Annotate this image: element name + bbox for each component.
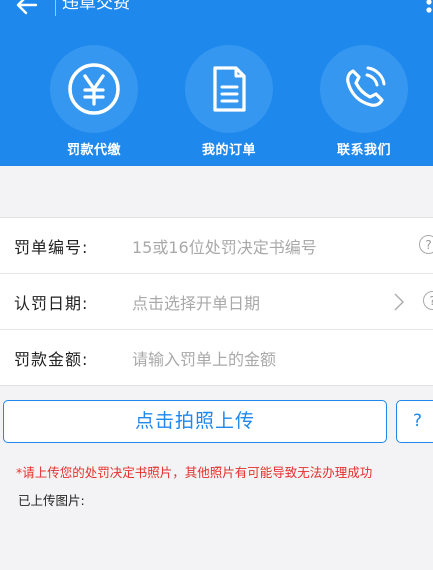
- date-picker[interactable]: 点击选择开单日期: [132, 290, 260, 314]
- nav-label: 我的订单: [201, 143, 256, 158]
- upload-help-button[interactable]: ?: [396, 400, 433, 443]
- help-icon[interactable]: ?: [419, 235, 433, 254]
- nav-label: 罚款代缴: [66, 143, 121, 158]
- nav-item-contact-us[interactable]: 联系我们: [304, 45, 424, 160]
- date-label: 认罚日期:: [14, 294, 89, 313]
- nav-circle: [320, 45, 408, 133]
- photo-upload-button[interactable]: 点击拍照上传: [3, 400, 387, 443]
- upload-notice: *请上传您的处罚决定书照片，其他照片有可能导致无法办理成功: [16, 465, 373, 480]
- nav-item-my-orders[interactable]: 我的订单: [169, 45, 289, 160]
- ticket-number-input[interactable]: 15或16位处罚决定书编号: [132, 234, 317, 258]
- ticket-number-label: 罚单编号:: [14, 238, 89, 257]
- chevron-right-icon: [394, 293, 404, 311]
- top-bar: 违章交费: [0, 0, 433, 22]
- more-vertical-icon[interactable]: [424, 0, 433, 18]
- nav-circle: [50, 45, 138, 133]
- header: 违章交费 罚款代缴 我的订单 联系我们: [0, 0, 433, 166]
- title-divider: [55, 0, 56, 16]
- help-icon[interactable]: ?: [423, 291, 433, 310]
- arrow-left-icon[interactable]: [14, 0, 40, 18]
- nav-item-fine-payment[interactable]: 罚款代缴: [34, 45, 154, 160]
- yen-coin-icon: [68, 63, 120, 115]
- fine-form: 罚单编号: 15或16位处罚决定书编号 ? 认罚日期: 点击选择开单日期 ? 罚…: [0, 217, 433, 386]
- page-title: 违章交费: [62, 0, 130, 13]
- uploaded-images-label: 已上传图片:: [18, 493, 85, 508]
- amount-input[interactable]: 请输入罚单上的金额: [132, 346, 276, 370]
- ticket-number-row[interactable]: 罚单编号: 15或16位处罚决定书编号 ?: [0, 218, 433, 274]
- nav-label: 联系我们: [336, 143, 391, 158]
- document-icon: [213, 66, 246, 112]
- amount-label: 罚款金额:: [14, 350, 89, 369]
- date-row[interactable]: 认罚日期: 点击选择开单日期 ?: [0, 274, 433, 330]
- amount-row[interactable]: 罚款金额: 请输入罚单上的金额: [0, 330, 433, 385]
- phone-icon: [346, 66, 386, 107]
- nav-circle: [185, 45, 273, 133]
